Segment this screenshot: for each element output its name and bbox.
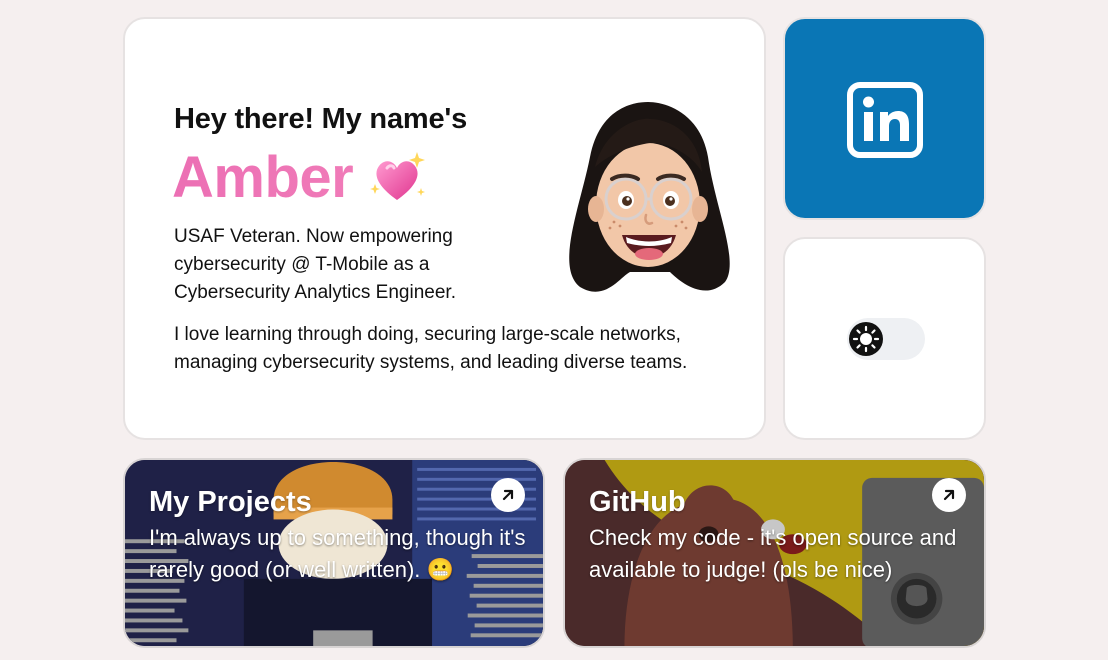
projects-card[interactable]: My Projects I'm always up to something, …: [123, 458, 545, 648]
arrow-up-right-icon: [943, 489, 955, 501]
interests-text: I love learning through doing, securing …: [174, 324, 688, 373]
memoji-avatar: [569, 102, 730, 292]
github-card[interactable]: GitHub Check my code - it's open source …: [563, 458, 986, 648]
arrow-up-right-icon: [502, 489, 514, 501]
name-heading: Amber: [172, 145, 354, 210]
projects-description: I'm always up to something, though it's …: [149, 525, 526, 582]
intro-card: Hey there! My name's Amber USAF Veteran.…: [123, 17, 766, 440]
name-row: Amber: [172, 144, 427, 211]
projects-open-button[interactable]: [491, 478, 525, 512]
theme-toggle[interactable]: [847, 318, 925, 360]
sun-icon: [852, 325, 880, 353]
theme-card: [783, 237, 986, 440]
linkedin-link[interactable]: [783, 17, 986, 220]
projects-title: My Projects: [149, 486, 312, 518]
sparkling-heart-icon: [370, 151, 426, 200]
github-open-button[interactable]: [932, 478, 966, 512]
github-title: GitHub: [589, 486, 686, 518]
theme-toggle-knob: [849, 322, 883, 356]
greeting-text: Hey there! My name's: [174, 103, 468, 135]
bio-text: USAF Veteran. Now empowering cybersecuri…: [174, 226, 456, 303]
linkedin-icon: [847, 82, 923, 158]
github-description: Check my code - it's open source and ava…: [589, 525, 957, 582]
